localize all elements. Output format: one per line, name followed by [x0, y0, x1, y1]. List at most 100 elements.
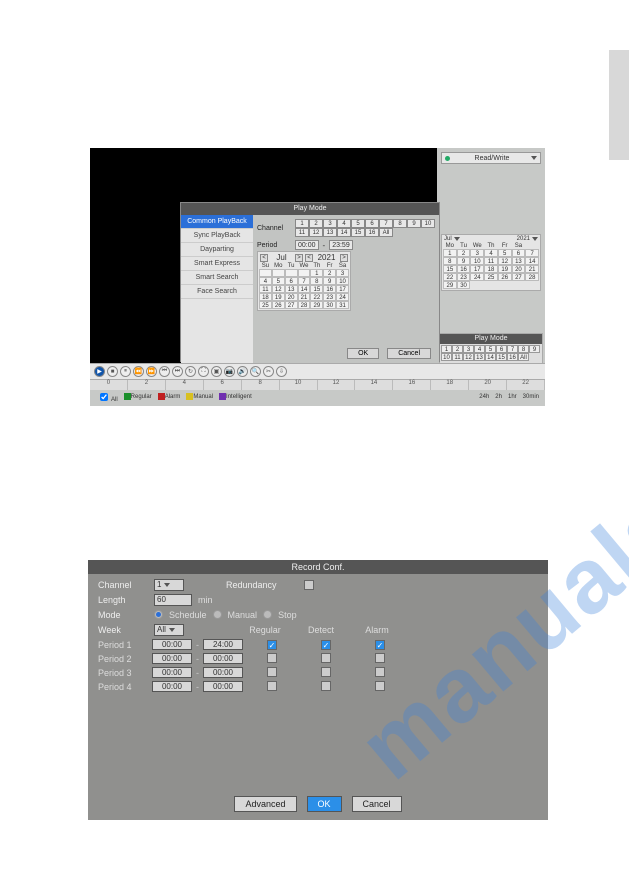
forward-button[interactable]: ⏩ — [146, 366, 157, 377]
sidebar-item-dayparting[interactable]: Dayparting — [181, 243, 253, 257]
sidebar-item-sync-playback[interactable]: Sync PlayBack — [181, 229, 253, 243]
rewind-button[interactable]: ⏪ — [133, 366, 144, 377]
clip-button[interactable]: ✂ — [263, 366, 274, 377]
period4-alarm-checkbox[interactable] — [375, 681, 385, 691]
period3-alarm-checkbox[interactable] — [375, 667, 385, 677]
sidebar-item-smart-express[interactable]: Smart Express — [181, 257, 253, 271]
dash: - — [196, 640, 199, 650]
next-month-button[interactable]: > — [295, 254, 303, 262]
prev-year-button[interactable]: < — [305, 254, 313, 262]
export-button[interactable]: ⇩ — [276, 366, 287, 377]
period3-detect-checkbox[interactable] — [321, 667, 331, 677]
right-calendar[interactable]: Jul 2021 Mo Tu We Th Fr Sa 123456 789101… — [441, 234, 541, 291]
period1-from-input[interactable] — [152, 639, 192, 650]
alarm-swatch — [158, 393, 165, 400]
fullscreen-button[interactable]: ⛶ — [198, 366, 209, 377]
period4-from-input[interactable] — [152, 681, 192, 692]
week-select[interactable]: All — [154, 624, 184, 636]
sidebar-item-smart-search[interactable]: Smart Search — [181, 271, 253, 285]
record-conf-screenshot: Record Conf. Channel 1 Redundancy Length… — [88, 560, 548, 820]
intelligent-swatch — [219, 393, 226, 400]
period2-label: Period 2 — [98, 654, 148, 664]
zoom-24h-button[interactable]: 24h — [479, 394, 489, 400]
chevron-down-icon — [531, 156, 537, 160]
redundancy-label: Redundancy — [226, 580, 298, 590]
regular-header: Regular — [240, 625, 290, 635]
loop-button[interactable]: ↻ — [185, 366, 196, 377]
zoom-1hr-button[interactable]: 1hr — [508, 394, 517, 400]
dialog-main: Channel 12345678910 111213141516All Peri… — [253, 215, 439, 363]
chevron-down-icon — [169, 628, 175, 632]
period4-regular-checkbox[interactable] — [267, 681, 277, 691]
page-side-tab — [609, 50, 629, 160]
period2-to-input[interactable] — [203, 653, 243, 664]
regular-swatch — [124, 393, 131, 400]
pause-button[interactable]: ⏸ — [120, 366, 131, 377]
period2-alarm-checkbox[interactable] — [375, 653, 385, 663]
chevron-down-icon — [454, 237, 460, 241]
zoom-30min-button[interactable]: 30min — [523, 394, 539, 400]
split-button[interactable]: ▣ — [211, 366, 222, 377]
period-sep: - — [323, 241, 326, 250]
period2-from-input[interactable] — [152, 653, 192, 664]
sidebar-item-face-search[interactable]: Face Search — [181, 285, 253, 299]
period-to-input[interactable]: 23:59 — [329, 240, 353, 250]
period2-detect-checkbox[interactable] — [321, 653, 331, 663]
ok-button[interactable]: OK — [347, 348, 379, 359]
mode-schedule-radio[interactable] — [154, 610, 163, 619]
period3-regular-checkbox[interactable] — [267, 667, 277, 677]
cal-month: Jul — [444, 236, 452, 242]
audio-button[interactable]: 🔊 — [237, 366, 248, 377]
zoom-button[interactable]: 🔍 — [250, 366, 261, 377]
channel-label: Channel — [257, 225, 291, 232]
chevron-down-icon — [532, 237, 538, 241]
playback-controls: ▶ ■ ⏸ ⏪ ⏩ ⏮ ⏭ ↻ ⛶ ▣ 📷 🔊 🔍 ✂ ⇩ — [90, 363, 545, 379]
prev-month-button[interactable]: < — [260, 254, 268, 262]
period3-label: Period 3 — [98, 668, 148, 678]
cancel-button[interactable]: Cancel — [352, 796, 402, 812]
read-write-select[interactable]: Read/Write — [441, 152, 541, 164]
period3-from-input[interactable] — [152, 667, 192, 678]
period1-detect-checkbox[interactable] — [321, 640, 331, 650]
mode-stop-label: Stop — [278, 610, 297, 620]
status-dot-icon — [445, 156, 450, 161]
period1-to-input[interactable] — [203, 639, 243, 650]
period3-to-input[interactable] — [203, 667, 243, 678]
detect-header: Detect — [296, 625, 346, 635]
period4-detect-checkbox[interactable] — [321, 681, 331, 691]
sidebar-item-common-playback[interactable]: Common PlayBack — [181, 215, 253, 229]
mode-stop-radio[interactable] — [263, 610, 272, 619]
all-checkbox[interactable] — [100, 393, 108, 401]
next-frame-button[interactable]: ⏭ — [172, 366, 183, 377]
play-button[interactable]: ▶ — [94, 366, 105, 377]
mode-label: Mode — [98, 610, 148, 620]
period1-regular-checkbox[interactable] — [267, 640, 277, 650]
advanced-button[interactable]: Advanced — [234, 796, 296, 812]
ok-button[interactable]: OK — [307, 796, 342, 812]
period4-to-input[interactable] — [203, 681, 243, 692]
channel-select[interactable]: 1 — [154, 579, 184, 591]
next-year-button[interactable]: > — [340, 254, 348, 262]
playback-screenshot: Read/Write Jul 2021 Mo Tu We Th Fr Sa 12… — [90, 148, 545, 406]
playmode-dialog: Play Mode Common PlayBack Sync PlayBack … — [180, 202, 440, 362]
length-input[interactable] — [154, 594, 192, 606]
length-unit: min — [198, 595, 213, 605]
period-from-input[interactable]: 00:00 — [295, 240, 319, 250]
channel-label: Channel — [98, 580, 148, 590]
mode-manual-radio[interactable] — [213, 610, 222, 619]
dialog-sidebar: Common PlayBack Sync PlayBack Dayparting… — [181, 215, 253, 363]
chevron-down-icon — [164, 583, 170, 587]
length-label: Length — [98, 595, 148, 605]
dialog-calendar[interactable]: < Jul > < 2021 > SuMoTuWeThFrSa 123 4567… — [257, 251, 351, 311]
prev-frame-button[interactable]: ⏮ — [159, 366, 170, 377]
alarm-header: Alarm — [352, 625, 402, 635]
period1-alarm-checkbox[interactable] — [375, 640, 385, 650]
redundancy-checkbox[interactable] — [304, 580, 314, 590]
zoom-2h-button[interactable]: 2h — [495, 394, 502, 400]
stop-button[interactable]: ■ — [107, 366, 118, 377]
period2-regular-checkbox[interactable] — [267, 653, 277, 663]
dialog-title: Play Mode — [181, 203, 439, 215]
timeline[interactable]: 0246810121416182022 — [90, 379, 545, 390]
cancel-button[interactable]: Cancel — [387, 348, 431, 359]
snapshot-button[interactable]: 📷 — [224, 366, 235, 377]
